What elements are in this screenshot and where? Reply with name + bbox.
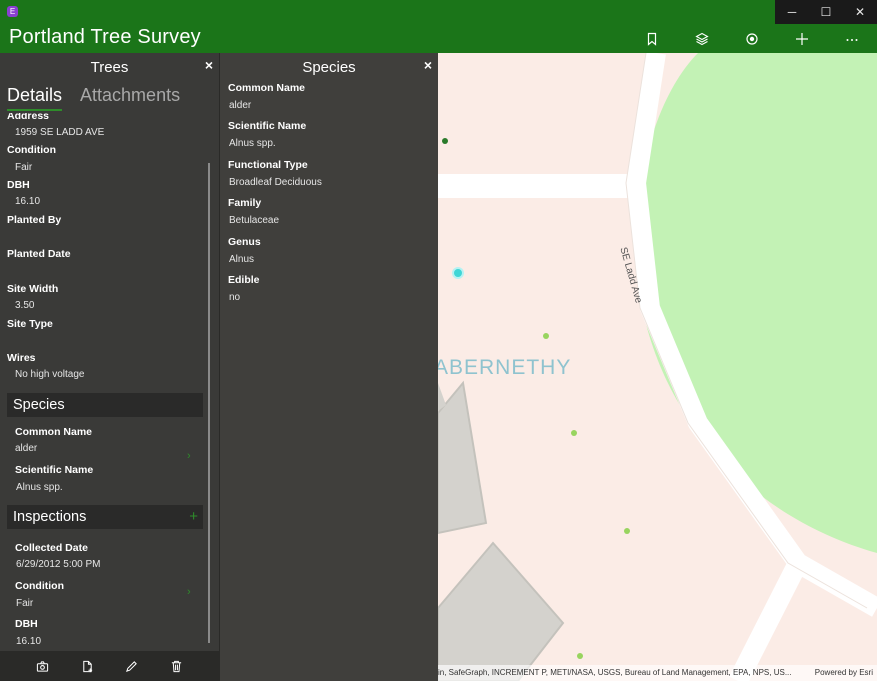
field-value-condition: Fair [15,162,33,173]
sp-value-edible: no [229,292,241,303]
map-view[interactable]: ABERNETHY SE Ladd Ave in, SafeGraph, INC… [438,53,877,681]
field-label-wires: Wires [7,352,36,364]
road [729,558,807,681]
field-value-inspection-condition: Fair [16,598,34,609]
field-value-wires: No high voltage [15,369,85,380]
sp-label-family: Family [228,197,262,209]
field-label-collected-date: Collected Date [15,542,88,554]
sp-label-functional-type: Functional Type [228,159,308,171]
building [438,541,565,681]
field-label-planted-by: Planted By [7,214,62,226]
species-section-header[interactable]: Species [7,393,203,417]
field-value-collected-date: 6/29/2012 5:00 PM [16,559,101,570]
field-value-address: 1959 SE LADD AVE [15,127,105,138]
location-button[interactable] [727,28,777,50]
trees-action-bar [0,651,219,681]
park-area [636,53,877,553]
species-panel-title: Species [302,59,356,76]
bookmark-button[interactable] [627,28,677,50]
layers-button[interactable] [677,28,727,50]
trees-panel: Trees × Details Attachments Address 1959… [0,53,219,681]
title-bar: E Portland Tree Survey ─ ☐ ✕ [0,0,877,53]
chevron-right-icon[interactable]: › [187,450,191,462]
species-section-title: Species [13,397,65,413]
tree-point [442,138,448,144]
app-icon: E [7,6,18,17]
app-window: E Portland Tree Survey ─ ☐ ✕ ABERNETHY S… [0,0,877,681]
selected-tree-point [452,267,464,279]
field-label-dbh: DBH [7,179,30,191]
location-icon [746,33,758,45]
field-label-planted-date: Planted Date [7,248,71,260]
tree-point [577,653,583,659]
sp-value-genus: Alnus [229,254,255,265]
more-button[interactable] [827,28,877,50]
tab-details[interactable]: Details [7,85,63,111]
trees-tabs: Details Attachments [7,85,180,111]
sp-value-family: Betulaceae [229,215,280,226]
camera-icon[interactable] [36,660,49,673]
sp-value-functional-type: Broadleaf Deciduous [229,177,322,188]
field-label-address: Address [7,113,50,122]
trees-panel-title: Trees [90,59,129,76]
field-label-scientific-name: Scientific Name [15,464,94,476]
sp-label-edible: Edible [228,274,260,286]
sp-value-common-name: alder [229,100,252,111]
close-window-button[interactable]: ✕ [843,0,877,24]
field-value-common-name: alder [15,443,38,454]
inspections-section-header[interactable]: Inspections + [7,505,203,529]
field-label-condition: Condition [7,144,56,156]
add-button[interactable] [777,28,827,50]
field-value-dbh: 16.10 [15,196,41,207]
attribution-text: in, SafeGraph, INCREMENT P, METI/NASA, U… [438,668,792,677]
map-attribution: in, SafeGraph, INCREMENT P, METI/NASA, U… [438,665,877,681]
species-panel-header: Species × [220,53,438,81]
delete-icon[interactable] [170,660,183,673]
edit-icon[interactable] [125,660,138,673]
layers-icon [695,32,709,46]
tree-point [543,333,549,339]
app-title: Portland Tree Survey [9,26,201,48]
field-value-inspection-dbh: 16.10 [16,636,42,647]
field-value-site-width: 3.50 [15,300,35,311]
window-controls: ─ ☐ ✕ [775,0,877,24]
field-value-scientific-name: Alnus spp. [16,482,63,493]
close-species-panel-button[interactable]: × [424,57,432,73]
field-label-common-name: Common Name [15,426,93,438]
add-inspection-button[interactable]: + [189,508,198,525]
powered-by-link[interactable]: Powered by Esri [815,665,873,681]
tree-details-list[interactable]: Address 1959 SE LADD AVE Condition Fair … [0,113,210,648]
tab-attachments[interactable]: Attachments [80,85,180,111]
minimize-button[interactable]: ─ [775,0,809,24]
close-trees-panel-button[interactable]: × [205,57,213,73]
neighborhood-label: ABERNETHY [438,356,572,379]
more-icon [846,39,858,41]
field-label-inspection-condition: Condition [15,580,64,592]
field-label-site-type: Site Type [7,318,53,330]
maximize-button[interactable]: ☐ [809,0,843,24]
add-icon [796,33,808,45]
details-scrollbar[interactable] [208,163,210,643]
bookmark-icon [647,32,657,46]
trees-panel-header: Trees × [0,53,219,81]
sp-label-genus: Genus [228,236,261,248]
species-panel: Species × Common Name alder Scientific N… [219,53,438,681]
chevron-right-icon[interactable]: › [187,586,191,598]
sp-label-common-name: Common Name [228,82,306,94]
sp-value-scientific-name: Alnus spp. [229,138,276,149]
field-label-inspection-dbh: DBH [15,618,38,630]
add-file-icon[interactable] [81,660,94,673]
toolbar [627,28,877,50]
tree-point [624,528,630,534]
sp-label-scientific-name: Scientific Name [228,120,307,132]
field-label-site-width: Site Width [7,283,59,295]
inspections-section-title: Inspections [13,509,87,525]
tree-point [571,430,577,436]
